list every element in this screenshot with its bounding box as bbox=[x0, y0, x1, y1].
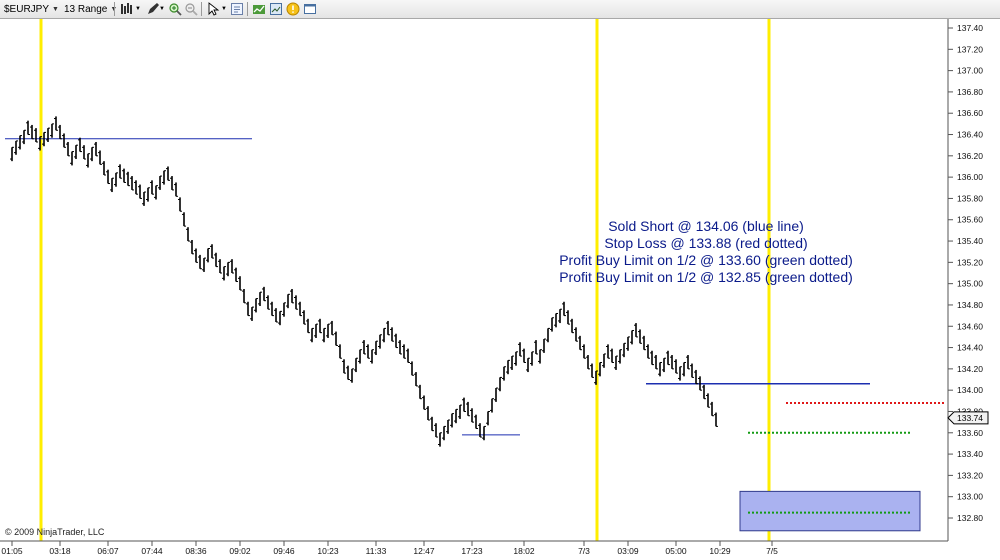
price-chart[interactable]: 137.40 137.20 137.00 136.80 136.60 136.40 136.… bbox=[0, 19, 1000, 560]
instrument-label: $EURJPY bbox=[4, 3, 50, 15]
alert-icon[interactable] bbox=[286, 2, 300, 16]
price-tick-label: 133.60 bbox=[957, 428, 983, 438]
annotation-line: Profit Buy Limit on 1/2 @ 133.60 (green … bbox=[559, 252, 853, 268]
price-tick-label: 136.00 bbox=[957, 172, 983, 182]
time-tick-label: 10:23 bbox=[317, 546, 339, 556]
annotation-line: Sold Short @ 134.06 (blue line) bbox=[608, 218, 804, 234]
time-tick-label: 10:29 bbox=[709, 546, 731, 556]
zoom-in-icon[interactable] bbox=[168, 2, 182, 16]
time-tick-label: 11:33 bbox=[366, 546, 387, 556]
price-tick-label: 135.20 bbox=[957, 257, 983, 267]
time-tick-label: 05:00 bbox=[665, 546, 687, 556]
time-tick-label: 7/5 bbox=[766, 546, 778, 556]
price-tick-label: 136.60 bbox=[957, 108, 983, 118]
price-tick-label: 134.60 bbox=[957, 321, 983, 331]
toolbar-divider bbox=[201, 2, 202, 16]
chart-background bbox=[0, 19, 1000, 560]
cursor-icon[interactable] bbox=[206, 2, 220, 16]
price-tick-label: 136.80 bbox=[957, 87, 983, 97]
chevron-down-icon: ▼ bbox=[52, 5, 59, 13]
data-box-icon[interactable] bbox=[269, 2, 283, 16]
zoom-out-icon[interactable] bbox=[184, 2, 198, 16]
time-tick-label: 06:07 bbox=[97, 546, 119, 556]
period-selector[interactable]: 13 Range▼ bbox=[64, 2, 117, 16]
annotation-line: Profit Buy Limit on 1/2 @ 132.85 (green … bbox=[559, 269, 853, 285]
properties-icon[interactable] bbox=[230, 2, 244, 16]
price-tick-label: 137.00 bbox=[957, 66, 983, 76]
price-tick-label: 135.80 bbox=[957, 193, 983, 203]
price-tick-label: 137.40 bbox=[957, 23, 983, 33]
price-tick-label: 136.20 bbox=[957, 151, 983, 161]
current-price-label: 133.74 bbox=[957, 413, 983, 423]
toolbar-divider bbox=[114, 2, 115, 16]
price-tick-label: 133.40 bbox=[957, 449, 983, 459]
price-tick-label: 132.80 bbox=[957, 513, 983, 523]
time-tick-label: 09:46 bbox=[273, 546, 295, 556]
chevron-down-icon[interactable]: ▼ bbox=[134, 2, 142, 16]
price-tick-label: 134.40 bbox=[957, 343, 983, 353]
price-tick-label: 133.20 bbox=[957, 470, 983, 480]
instrument-selector[interactable]: $EURJPY ▼ bbox=[4, 2, 59, 16]
chevron-down-icon[interactable]: ▼ bbox=[220, 2, 228, 16]
period-label: 13 Range bbox=[64, 3, 108, 15]
price-tick-label: 134.00 bbox=[957, 385, 983, 395]
chart-toolbar: $EURJPY▼ 13 Range▼ ▼ ▼ ▼ bbox=[0, 0, 1000, 19]
time-tick-label: 03:18 bbox=[49, 546, 71, 556]
time-tick-label: 07:44 bbox=[141, 546, 163, 556]
window-icon[interactable] bbox=[303, 2, 317, 16]
time-tick-label: 09:02 bbox=[229, 546, 251, 556]
price-tick-label: 133.00 bbox=[957, 492, 983, 502]
price-tick-label: 136.40 bbox=[957, 130, 983, 140]
price-tick-label: 134.80 bbox=[957, 300, 983, 310]
time-tick-label: 18:02 bbox=[513, 546, 535, 556]
bar-style-icon[interactable] bbox=[120, 2, 134, 16]
profit-target-box bbox=[739, 490, 921, 532]
strategy-icon[interactable] bbox=[252, 2, 266, 16]
time-tick-label: 17:23 bbox=[461, 546, 483, 556]
chevron-down-icon[interactable]: ▼ bbox=[158, 2, 166, 16]
copyright-text: © 2009 NinjaTrader, LLC bbox=[5, 527, 105, 537]
time-tick-label: 01:05 bbox=[1, 546, 23, 556]
annotation-line: Stop Loss @ 133.88 (red dotted) bbox=[604, 235, 807, 251]
time-tick-label: 12:47 bbox=[413, 546, 435, 556]
time-tick-label: 03:09 bbox=[617, 546, 639, 556]
toolbar-divider bbox=[247, 2, 248, 16]
time-tick-label: 7/3 bbox=[578, 546, 590, 556]
price-tick-label: 135.40 bbox=[957, 236, 983, 246]
price-tick-label: 137.20 bbox=[957, 44, 983, 54]
time-tick-label: 08:36 bbox=[185, 546, 207, 556]
price-tick-label: 134.20 bbox=[957, 364, 983, 374]
price-tick-label: 135.00 bbox=[957, 279, 983, 289]
price-tick-label: 135.60 bbox=[957, 215, 983, 225]
